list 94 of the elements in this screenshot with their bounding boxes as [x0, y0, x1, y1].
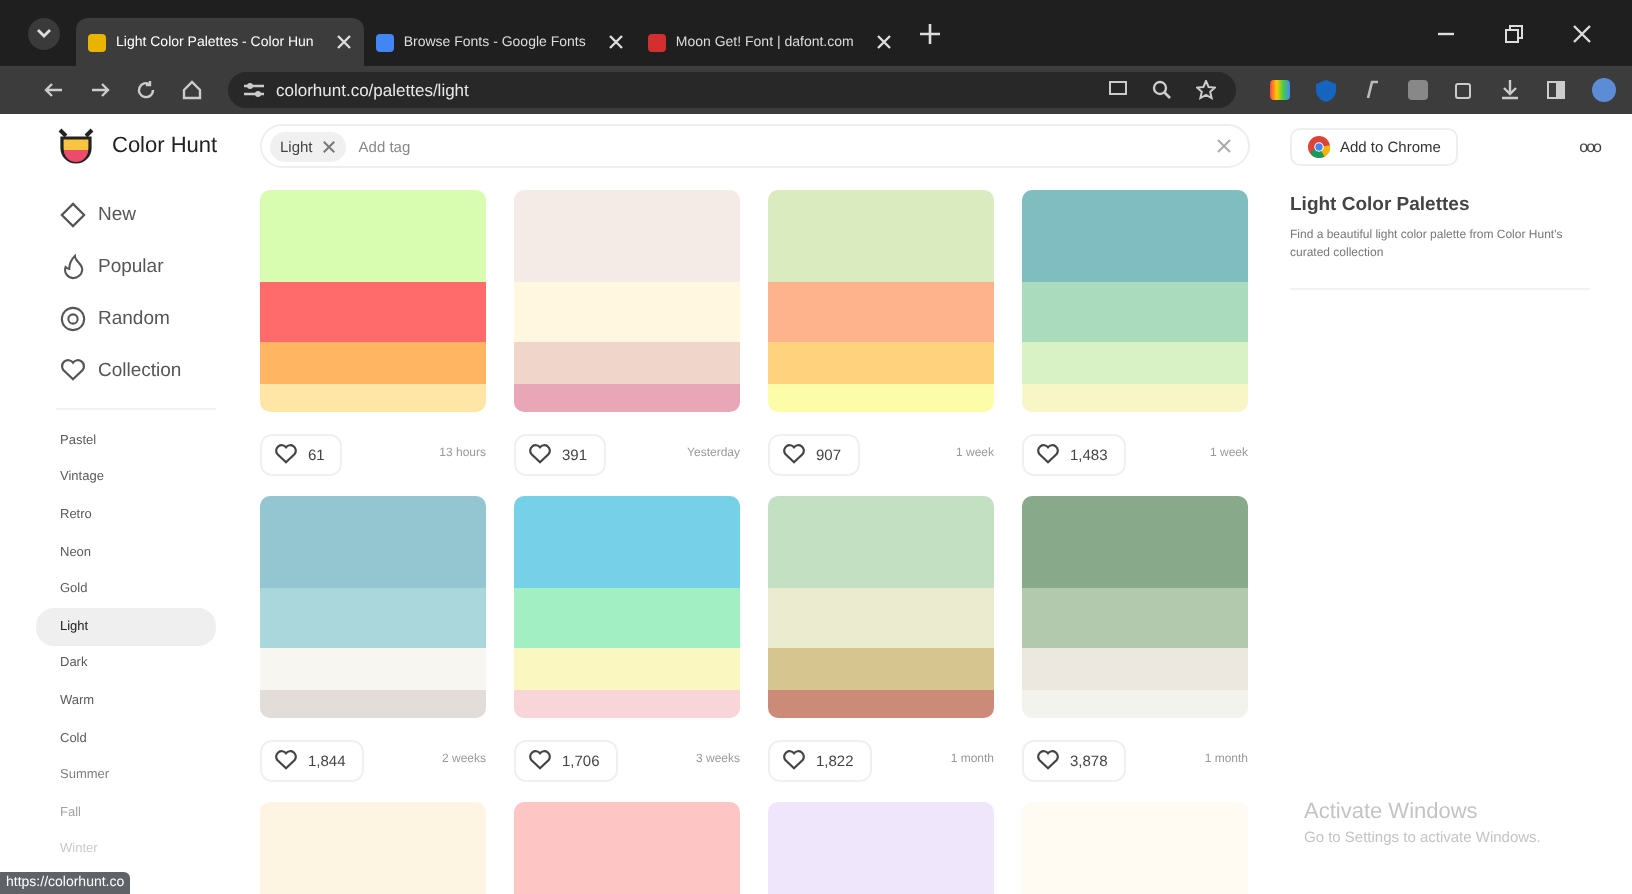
forward-arrow-icon[interactable] — [90, 80, 110, 100]
chrome-icon — [1308, 135, 1330, 157]
favicon-icon — [88, 33, 106, 51]
info-title: Light Color Palettes — [1290, 194, 1472, 216]
heart-icon — [274, 444, 298, 464]
color-swatch[interactable] — [1022, 588, 1248, 648]
color-swatch[interactable] — [514, 690, 740, 718]
color-swatch[interactable] — [768, 690, 994, 718]
more-menu-button[interactable]: ooo — [1579, 137, 1600, 155]
color-swatch[interactable] — [260, 342, 486, 384]
tab-list-button[interactable] — [28, 17, 60, 49]
nav-item[interactable]: Popular — [36, 240, 260, 292]
extension-icon[interactable] — [1270, 80, 1290, 100]
color-swatch[interactable] — [768, 342, 994, 384]
color-palette[interactable] — [1022, 190, 1248, 412]
site-settings-icon[interactable] — [244, 82, 264, 98]
back-arrow-icon[interactable] — [44, 80, 64, 100]
home-icon[interactable] — [182, 80, 202, 100]
heart-icon — [528, 750, 552, 770]
chevron-down-icon — [36, 27, 52, 39]
color-swatch[interactable] — [1022, 190, 1248, 282]
color-swatch[interactable] — [768, 496, 994, 588]
color-palette[interactable] — [1022, 496, 1248, 718]
color-swatch[interactable] — [1022, 648, 1248, 690]
address-bar[interactable]: colorhunt.co/palettes/light — [228, 72, 1236, 108]
activation-notice-title: Activate Windows — [1304, 800, 1480, 824]
color-swatch[interactable] — [514, 588, 740, 648]
heart-icon — [1036, 750, 1060, 770]
color-swatch[interactable] — [1022, 342, 1248, 384]
color-swatch[interactable] — [1022, 496, 1248, 588]
color-swatch[interactable] — [260, 282, 486, 342]
color-swatch[interactable] — [260, 588, 486, 648]
color-swatch[interactable] — [1022, 282, 1248, 342]
nav-label: Popular — [98, 255, 164, 277]
color-swatch[interactable] — [260, 190, 486, 282]
nav-item[interactable]: New — [36, 188, 260, 240]
color-swatch[interactable] — [514, 384, 740, 412]
close-icon[interactable] — [1572, 23, 1592, 43]
heart-icon — [274, 750, 298, 770]
cast-icon[interactable] — [1108, 80, 1128, 100]
color-palette[interactable] — [768, 190, 994, 412]
nav-label: Random — [98, 307, 170, 329]
color-palette[interactable] — [260, 190, 486, 412]
star-icon[interactable] — [1196, 80, 1216, 100]
color-swatch[interactable] — [1022, 384, 1248, 412]
reload-icon[interactable] — [136, 80, 156, 100]
url-text: colorhunt.co/palettes/light — [276, 80, 469, 100]
heart-icon — [528, 444, 552, 464]
heart-icon — [1036, 444, 1060, 464]
profile-avatar[interactable] — [1592, 78, 1616, 102]
color-palette[interactable] — [514, 190, 740, 412]
color-palette[interactable] — [768, 496, 994, 718]
remove-tag-icon[interactable] — [322, 139, 337, 153]
side-panel-icon[interactable] — [1546, 80, 1566, 100]
color-swatch[interactable] — [768, 384, 994, 412]
color-swatch[interactable] — [514, 190, 740, 282]
color-swatch[interactable] — [768, 190, 994, 282]
shield-icon[interactable] — [1316, 79, 1336, 101]
favicon-icon — [375, 33, 394, 51]
nav-item[interactable]: Collection — [36, 344, 260, 396]
close-icon[interactable] — [335, 34, 352, 50]
color-palette[interactable] — [514, 496, 740, 718]
color-swatch[interactable] — [768, 648, 994, 690]
search-icon[interactable] — [1152, 80, 1172, 100]
color-swatch[interactable] — [514, 342, 740, 384]
color-swatch[interactable] — [260, 384, 486, 412]
color-swatch[interactable] — [768, 282, 994, 342]
nav-item[interactable]: Random — [36, 292, 260, 344]
extension-icon[interactable] — [1362, 80, 1382, 100]
color-swatch[interactable] — [514, 282, 740, 342]
new-tab-icon[interactable] — [919, 23, 940, 43]
color-swatch[interactable] — [260, 496, 486, 588]
close-icon[interactable] — [875, 34, 892, 50]
heart-icon — [782, 750, 806, 770]
color-swatch[interactable] — [260, 690, 486, 718]
color-swatch[interactable] — [1022, 690, 1248, 718]
color-palette[interactable] — [260, 496, 486, 718]
download-icon[interactable] — [1500, 80, 1520, 100]
color-swatch[interactable] — [514, 496, 740, 588]
color-swatch[interactable] — [260, 648, 486, 690]
brand-name: Color Hunt — [112, 134, 218, 158]
logo-icon — [56, 128, 96, 164]
nav-label: Collection — [98, 359, 182, 381]
flame-icon — [60, 253, 86, 279]
color-swatch[interactable] — [514, 648, 740, 690]
color-swatch[interactable] — [768, 588, 994, 648]
puzzle-icon[interactable] — [1454, 80, 1474, 100]
clear-icon[interactable] — [1216, 138, 1232, 154]
heart-icon — [60, 358, 86, 382]
nav-label: New — [98, 203, 137, 225]
restore-icon[interactable] — [1504, 23, 1524, 43]
favicon-icon — [647, 33, 666, 51]
heart-icon — [782, 444, 806, 464]
close-icon[interactable] — [607, 34, 624, 50]
